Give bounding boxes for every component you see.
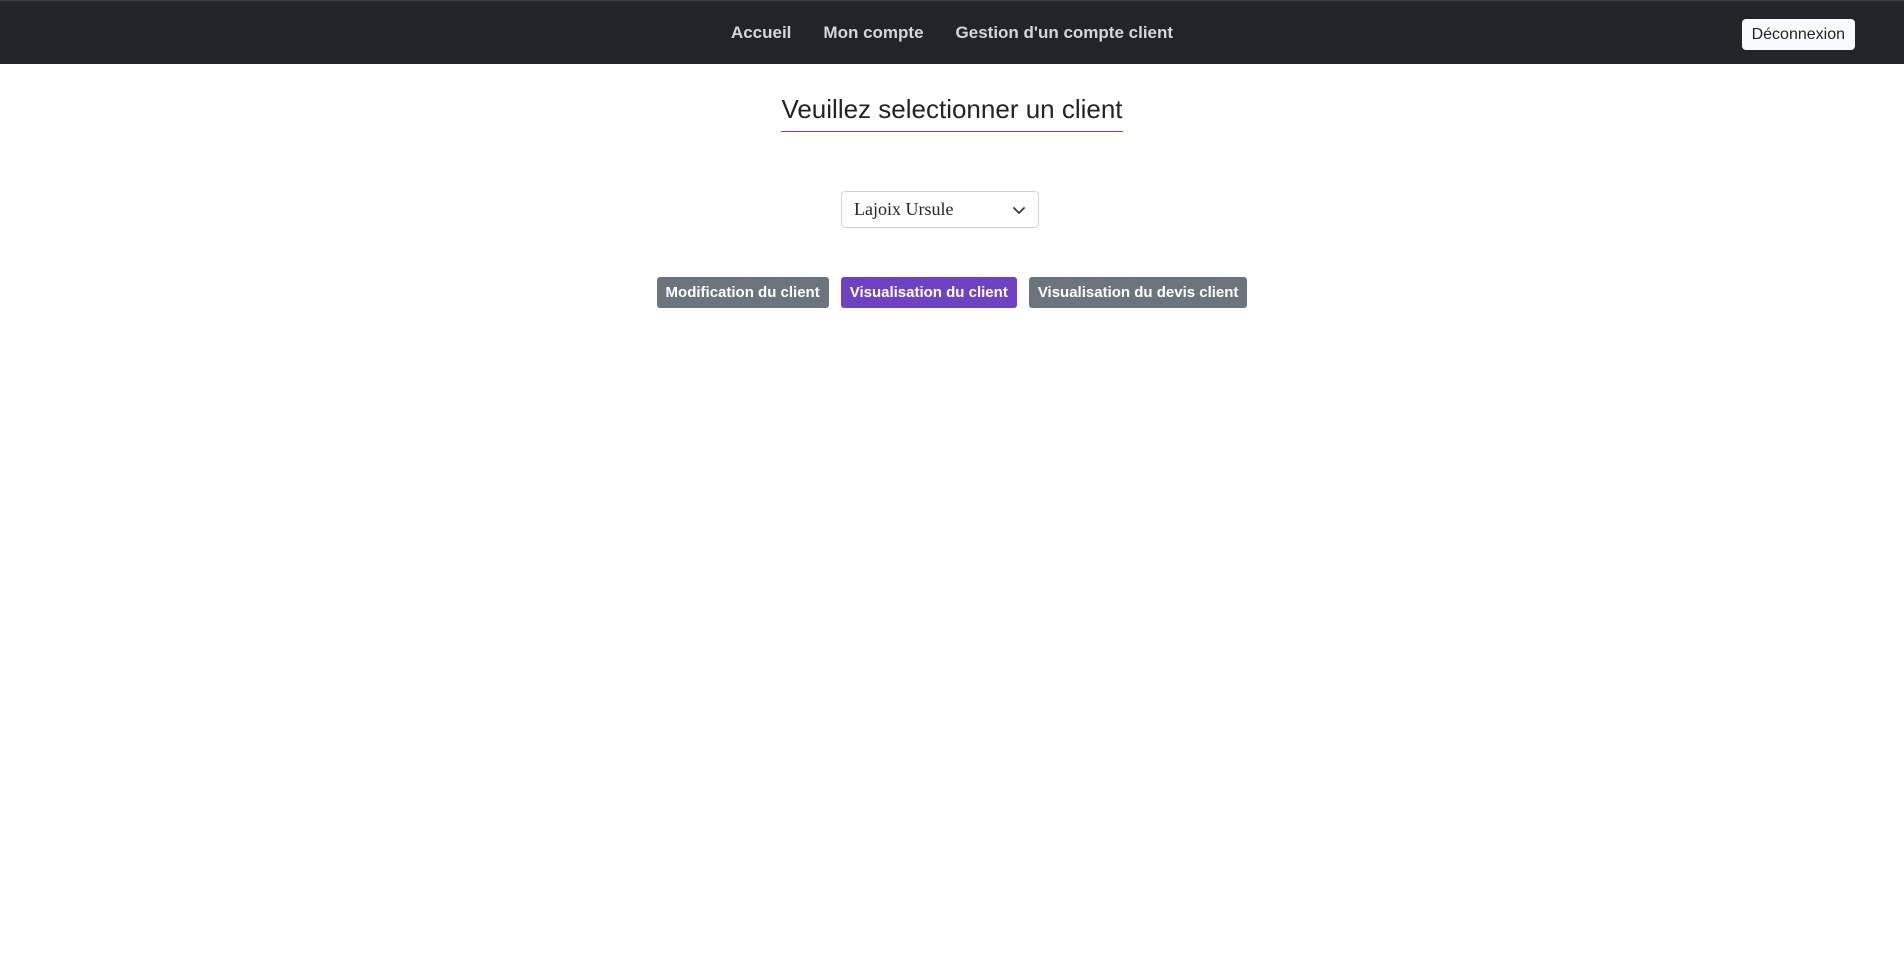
nav-link-accueil[interactable]: Accueil xyxy=(731,23,791,43)
view-client-button[interactable]: Visualisation du client xyxy=(840,277,1017,308)
nav-link-gestion-compte-client[interactable]: Gestion d'un compte client xyxy=(956,23,1174,43)
action-buttons: Modification du client Visualisation du … xyxy=(0,277,1904,308)
nav-links: Accueil Mon compte Gestion d'un compte c… xyxy=(0,1,1904,65)
modify-client-button[interactable]: Modification du client xyxy=(656,277,829,308)
title-wrapper: Veuillez selectionner un client xyxy=(0,94,1904,132)
nav-link-mon-compte[interactable]: Mon compte xyxy=(823,23,923,43)
view-client-quote-button[interactable]: Visualisation du devis client xyxy=(1028,277,1248,308)
chevron-down-icon xyxy=(1013,207,1025,214)
client-select-value: Lajoix Ursule xyxy=(854,199,954,219)
client-select[interactable]: Lajoix Ursule xyxy=(841,191,1039,228)
logout-button[interactable]: Déconnexion xyxy=(1741,19,1855,50)
top-navbar: Accueil Mon compte Gestion d'un compte c… xyxy=(0,0,1904,64)
page-title: Veuillez selectionner un client xyxy=(781,94,1123,132)
